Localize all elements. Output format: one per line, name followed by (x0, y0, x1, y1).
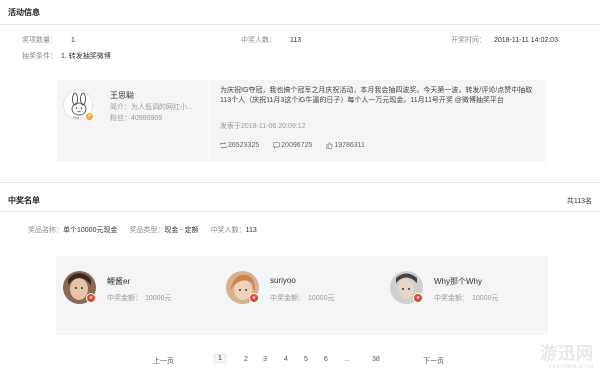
post-user-name[interactable]: 王思聪 (110, 90, 134, 101)
verified-icon: v (85, 112, 94, 121)
winner-count: 中奖人数： 113 (241, 37, 302, 44)
post-user-fans: 粉丝：40986909 (110, 115, 163, 122)
page-5-button[interactable]: 5 (304, 356, 308, 363)
winners-total: 共113名 (566, 198, 592, 205)
activity-section-title: 活动信息 (8, 8, 40, 17)
winner-amount: 中奖金额： 10000元 (270, 295, 335, 302)
page-1-button[interactable]: 1 (214, 354, 226, 363)
winner-name[interactable]: 鲤酱er (107, 276, 130, 287)
comment-stat[interactable]: 20096725 (273, 142, 312, 149)
page-6-button[interactable]: 6 (324, 356, 328, 363)
winner-card[interactable]: ★ Why那个Why 中奖金额： 10000元 (383, 256, 548, 335)
post-user-info: Fxx v 王思聪 简介：为人低调的网红小... 粉丝：40986909 (57, 80, 209, 162)
winner-card[interactable]: ★ 鲤酱er 中奖金额： 10000元 (56, 256, 221, 335)
comment-icon (273, 142, 280, 149)
svg-text:Fxx: Fxx (73, 116, 79, 120)
like-stat[interactable]: 19786311 (326, 142, 365, 149)
site-watermark: 游迅网 YXDOWN.COM (540, 344, 594, 370)
winner-name[interactable]: Why那个Why (434, 276, 482, 287)
post-stats: 26523325 20096725 19786311 (220, 142, 365, 149)
winner-name[interactable]: suriyoo (270, 276, 296, 285)
crown-badge-icon: ★ (86, 293, 96, 303)
draw-condition: 抽奖条件： 1. 转发抽奖微博 (22, 53, 111, 60)
post-content: 为庆祝IG夺冠，我也搞个冠军之月庆祝活动，本月我会抽四波奖。今天第一波，转发/评… (220, 87, 533, 104)
post-time: 发表于2018-11-06 20:09:12 (220, 123, 306, 130)
prize-summary: 奖品名称：单个10000元现金 奖品类型：现金 - 定额 中奖人数：113 (28, 227, 257, 234)
crown-badge-icon: ★ (413, 293, 423, 303)
page-ellipsis: ... (344, 356, 350, 363)
prize-count: 奖项数量： 1 (22, 37, 75, 44)
pagination: 上一页 1 2 3 4 5 6 ... 38 下一页 (0, 354, 600, 368)
page-2-button[interactable]: 2 (244, 356, 248, 363)
prev-page-button[interactable]: 上一页 (153, 356, 174, 366)
winners-section-title: 中奖名单 (8, 196, 40, 205)
divider (0, 182, 600, 183)
winner-amount: 中奖金额： 10000元 (434, 295, 499, 302)
page-4-button[interactable]: 4 (284, 356, 288, 363)
draw-time: 开奖时间： 2018-11-11 14:02:03 (451, 37, 558, 44)
divider (209, 80, 210, 162)
page-3-button[interactable]: 3 (263, 356, 267, 363)
repost-icon (220, 142, 227, 149)
like-icon (326, 142, 333, 149)
winner-amount: 中奖金额： 10000元 (107, 295, 172, 302)
divider (0, 211, 600, 212)
page-38-button[interactable]: 38 (372, 356, 380, 363)
divider (0, 24, 600, 25)
crown-badge-icon: ★ (249, 293, 259, 303)
repost-stat[interactable]: 26523325 (220, 142, 259, 149)
weibo-post-card[interactable]: Fxx v 王思聪 简介：为人低调的网红小... 粉丝：40986909 为庆祝… (57, 80, 546, 162)
winner-card[interactable]: ★ suriyoo 中奖金额： 10000元 (219, 256, 384, 335)
post-user-bio: 简介：为人低调的网红小... (110, 104, 193, 111)
next-page-button[interactable]: 下一页 (423, 356, 444, 366)
